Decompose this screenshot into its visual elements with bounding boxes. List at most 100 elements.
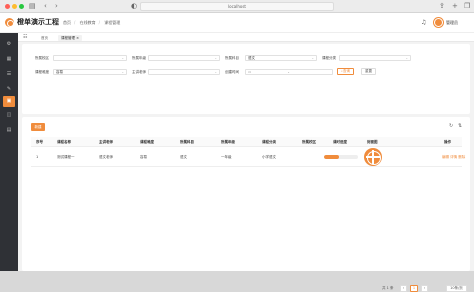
page-number-button[interactable]: 1 <box>410 285 418 292</box>
cell-category: 小学语文 <box>262 155 276 159</box>
cell-subject: 语文 <box>180 155 187 159</box>
breadcrumb: 首页 / 在线教育 / 课程管理 <box>63 20 123 26</box>
minimize-window-icon[interactable] <box>12 4 17 9</box>
date-range-picker[interactable]: ▭ - <box>245 69 333 75</box>
row-actions[interactable]: 编辑 详情 删除 <box>442 147 465 167</box>
difficulty-value: 容易 <box>56 70 63 74</box>
share-icon[interactable]: ⇪ <box>439 2 445 11</box>
next-page-button[interactable]: › <box>421 285 428 292</box>
table-panel: 新建 ↻ ⇅ 序号 课程名称 主讲老师 课程难度 所属科目 所属年级 课程分类 … <box>22 117 470 292</box>
grade-select[interactable]: ⌄ <box>148 55 220 61</box>
tab-course-management[interactable]: 课程管理 × <box>58 35 83 41</box>
sidebar: ⚙ ▦ ☰ ✎ ▣ ◫ ▤ <box>0 33 18 271</box>
user-name[interactable]: 管理员 <box>446 20 458 26</box>
column-header-grade: 所属年级 <box>221 140 235 144</box>
book-icon: ▣ <box>6 98 12 104</box>
filter-label-campus: 所属校区 <box>35 56 49 60</box>
difficulty-select[interactable]: 容易 ⌄ <box>53 69 127 75</box>
edit-icon: ✎ <box>6 86 12 92</box>
breadcrumb-home[interactable]: 首页 <box>63 20 71 25</box>
course-cover-image[interactable] <box>364 148 382 166</box>
gear-icon: ⚙ <box>6 41 12 47</box>
column-header-actions: 操作 <box>444 140 451 144</box>
breadcrumb-current: 课程管理 <box>104 20 121 25</box>
filter-label-difficulty: 课程难度 <box>35 70 49 74</box>
filter-label-subject: 所属科目 <box>225 56 239 60</box>
close-window-icon[interactable] <box>5 4 10 9</box>
doc-icon: ▤ <box>6 127 12 133</box>
bell-icon[interactable]: ♫ <box>421 19 426 26</box>
chevron-down-icon: ⌄ <box>405 56 408 60</box>
pagination-total: 共 1 条 <box>382 286 394 290</box>
column-header-difficulty: 课程难度 <box>140 140 154 144</box>
breadcrumb-separator: / <box>98 20 100 25</box>
date-range-separator: - <box>288 70 290 74</box>
column-settings-icon[interactable]: ⇅ <box>458 123 462 130</box>
sidebar-toggle-icon[interactable]: ▤ <box>29 2 36 11</box>
sidebar-item-settings[interactable]: ⚙ <box>3 39 15 50</box>
sidebar-item-orders[interactable]: ◫ <box>3 110 15 121</box>
chevron-down-icon: ⌄ <box>121 70 124 74</box>
sidebar-item-apps[interactable]: ▦ <box>3 54 15 65</box>
add-course-button[interactable]: 新建 <box>31 123 45 131</box>
chevron-right-icon[interactable]: › <box>55 2 58 11</box>
chevron-down-icon: ⌄ <box>214 70 217 74</box>
column-header-index: 序号 <box>36 140 43 144</box>
app-logo-icon <box>5 18 14 27</box>
tabs-bar: ☷ 首页 课程管理 × <box>18 33 474 42</box>
sidebar-item-list[interactable]: ☰ <box>3 69 15 80</box>
table-row: 1 测试课程一 语文老师 容易 语文 一年级 小学语文 编辑 详情 删除 <box>31 147 465 167</box>
tabs-overview-icon[interactable]: ❐ <box>464 2 470 11</box>
app-header: 橙单演示工程 首页 / 在线教育 / 课程管理 ♫ 管理员 <box>0 13 474 33</box>
sidebar-item-courses[interactable]: ▣ <box>3 96 15 107</box>
column-header-progress: 课时进度 <box>333 140 347 144</box>
shield-icon: ◐ <box>131 2 138 10</box>
column-header-category: 课程分类 <box>262 140 276 144</box>
campus-select[interactable]: ⌄ <box>53 55 127 61</box>
breadcrumb-section[interactable]: 在线教育 <box>80 20 96 25</box>
menu-collapse-icon[interactable]: ☷ <box>23 34 27 41</box>
chevron-down-icon: ⌄ <box>214 56 217 60</box>
column-header-cover: 封面图 <box>367 140 378 144</box>
progress-fill <box>324 155 340 159</box>
sidebar-item-docs[interactable]: ▤ <box>3 125 15 136</box>
apps-icon: ▦ <box>6 56 12 62</box>
category-select[interactable]: ⌄ <box>339 55 411 61</box>
chevron-left-icon[interactable]: ‹ <box>44 2 47 11</box>
filter-panel: 所属校区 ⌄ 所属年级 ⌄ 所属科目 语文 ⌄ 课程分类 ⌄ 课程难度 容易 ⌄ 主… <box>22 44 470 114</box>
cell-index: 1 <box>36 155 39 159</box>
cell-teacher: 语文老师 <box>99 155 113 159</box>
teacher-select[interactable]: ⌄ <box>148 69 220 75</box>
address-bar[interactable]: localhost <box>140 2 334 11</box>
column-header-name: 课程名称 <box>57 140 71 144</box>
bag-icon: ◫ <box>6 112 12 118</box>
main-content: ☷ 首页 课程管理 × 所属校区 ⌄ 所属年级 ⌄ 所属科目 语文 ⌄ 课程分类 … <box>18 33 474 292</box>
avatar[interactable] <box>434 18 443 27</box>
chevron-down-icon: ⌄ <box>311 56 314 60</box>
refresh-icon[interactable]: ↻ <box>449 123 453 130</box>
filter-label-category: 课程分类 <box>322 56 336 60</box>
list-icon: ☰ <box>6 71 12 77</box>
column-header-campus: 所属校区 <box>302 140 316 144</box>
breadcrumb-separator: / <box>74 20 76 25</box>
search-button[interactable]: ⌕查询 <box>337 68 354 75</box>
browser-toolbar: ▤ ‹ › ◐ localhost ⇪ + ❐ <box>0 0 474 13</box>
page-size-select[interactable]: 10条/页 <box>446 285 467 292</box>
filter-label-grade: 所属年级 <box>132 56 146 60</box>
tab-home[interactable]: 首页 <box>38 35 51 41</box>
subject-value: 语文 <box>248 56 255 60</box>
subject-select[interactable]: 语文 ⌄ <box>245 55 317 61</box>
filter-label-teacher: 主讲老师 <box>132 70 146 74</box>
column-header-teacher: 主讲老师 <box>99 140 113 144</box>
maximize-window-icon[interactable] <box>19 4 24 9</box>
progress-bar <box>324 155 358 159</box>
sidebar-item-edit[interactable]: ✎ <box>3 84 15 95</box>
chevron-down-icon: ⌄ <box>121 56 124 60</box>
cell-grade: 一年级 <box>221 155 232 159</box>
column-header-subject: 所属科目 <box>180 140 194 144</box>
new-tab-icon[interactable]: + <box>452 2 458 11</box>
app-title: 橙单演示工程 <box>17 18 59 26</box>
prev-page-button[interactable]: ‹ <box>400 285 407 292</box>
calendar-icon: ▭ <box>248 70 252 74</box>
reset-button[interactable]: 重置 <box>361 68 376 75</box>
